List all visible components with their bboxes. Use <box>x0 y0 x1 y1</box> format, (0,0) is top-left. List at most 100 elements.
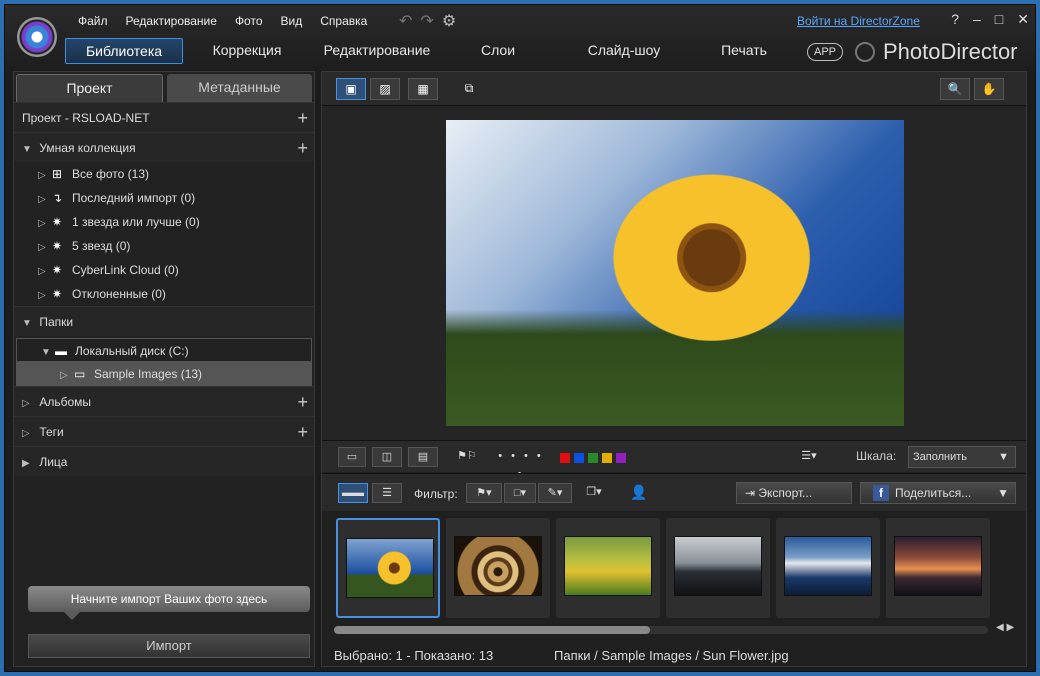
thumbnail-rocks[interactable] <box>666 518 770 618</box>
expanded-triangle-icon[interactable]: ▼ <box>22 135 36 165</box>
collapsed-triangle-icon[interactable]: ▷ <box>38 236 52 260</box>
menu-help[interactable]: Справка <box>311 13 376 29</box>
tab-metadata[interactable]: Метаданные <box>167 74 312 102</box>
scroll-left-icon[interactable]: ◀ <box>996 622 1004 633</box>
thumbnail-sunflower[interactable] <box>336 518 440 618</box>
help-button[interactable]: ? <box>951 11 959 28</box>
thumbnail-spiral[interactable] <box>446 518 550 618</box>
scale-label: Шкала: <box>856 449 897 463</box>
smart-collection-header[interactable]: ▼ Умная коллекция + <box>14 132 314 162</box>
chevron-down-icon[interactable]: ▼ <box>997 483 1009 503</box>
collapsed-triangle-icon[interactable]: ▶ <box>22 449 36 479</box>
tags-header[interactable]: ▷ Теги + <box>14 416 314 446</box>
flag-filter-icon[interactable]: ⚑▾ <box>466 483 502 503</box>
rating-filter-icon[interactable]: □▾ <box>504 483 536 503</box>
thumbnail-mountains[interactable] <box>776 518 880 618</box>
collection-item-all[interactable]: ▷ ⊞ Все фото (13) <box>14 162 314 186</box>
add-smart-collection-icon[interactable]: + <box>297 133 308 163</box>
grid-view-icon[interactable]: ▦ <box>408 78 438 100</box>
add-tag-icon[interactable]: + <box>297 417 308 447</box>
tab-slideshow[interactable]: Слайд-шоу <box>553 38 695 64</box>
faces-header[interactable]: ▶ Лица <box>14 446 314 476</box>
title-bar: Файл Редактирование Фото Вид Справка ↶ ↷… <box>5 5 1035 77</box>
thumbnail-image <box>674 536 762 596</box>
single-view-icon[interactable]: ▣ <box>336 78 366 100</box>
hand-pan-icon[interactable]: ✋ <box>974 78 1004 100</box>
thumbnail-sunset[interactable] <box>886 518 990 618</box>
color-label-purple-icon[interactable] <box>616 453 626 463</box>
list-view-icon[interactable]: ☰ <box>372 483 402 503</box>
collapsed-triangle-icon[interactable]: ▷ <box>22 389 36 419</box>
export-button[interactable]: ⇥ Экспорт... <box>736 482 852 504</box>
star-rating-dots[interactable]: • • • • • <box>492 447 550 480</box>
zoom-icon[interactable]: 🔍 <box>940 78 970 100</box>
share-button[interactable]: f Поделиться... ▼ <box>860 482 1016 504</box>
thumbnail-strip-icon[interactable]: ▬▬ <box>338 483 368 503</box>
add-person-icon[interactable]: 👤 <box>628 483 650 503</box>
add-project-icon[interactable]: + <box>297 103 308 133</box>
menu-photo[interactable]: Фото <box>226 13 272 29</box>
notification-bell-icon[interactable] <box>855 42 875 62</box>
landscape-view-icon[interactable]: ▨ <box>370 78 400 100</box>
scroll-right-icon[interactable]: ▶ <box>1006 622 1014 633</box>
main-panel: ▣ ▨ ▦ ⧉ 🔍 ✋ ▭ ◫ ▤ ⚑⚐ • • • • • ☰▾ Шкала:… <box>321 71 1027 667</box>
multi-layout-icon[interactable]: ▤ <box>408 447 438 467</box>
thumbnail-scrollbar[interactable] <box>334 626 988 634</box>
tab-library[interactable]: Библиотека <box>65 38 183 64</box>
add-album-icon[interactable]: + <box>297 387 308 417</box>
tab-layers[interactable]: Слои <box>443 38 553 64</box>
collapsed-triangle-icon[interactable]: ▷ <box>22 419 36 449</box>
stack-icon[interactable]: ❐▾ <box>580 483 608 503</box>
collection-item-last-import[interactable]: ▷ ↴ Последний импорт (0) <box>14 186 314 210</box>
single-layout-icon[interactable]: ▭ <box>338 447 366 467</box>
import-button[interactable]: Импорт <box>28 634 310 658</box>
dual-layout-icon[interactable]: ◫ <box>372 447 402 467</box>
collapsed-triangle-icon[interactable]: ▷ <box>38 260 52 284</box>
tab-print[interactable]: Печать <box>695 38 793 64</box>
collection-item-cloud[interactable]: ▷ ✷ CyberLink Cloud (0) <box>14 258 314 282</box>
filter-label: Фильтр: <box>414 487 458 501</box>
collapsed-triangle-icon[interactable]: ▷ <box>60 364 74 388</box>
collapsed-triangle-icon[interactable]: ▷ <box>38 188 52 212</box>
tab-correction[interactable]: Коррекция <box>183 38 311 64</box>
app-button[interactable]: APP <box>807 43 844 61</box>
close-button[interactable]: ✕ <box>1017 11 1029 28</box>
directorzone-login-link[interactable]: Войти на DirectorZone <box>797 14 920 28</box>
edit-filter-icon[interactable]: ✎▾ <box>538 483 572 503</box>
undo-icon[interactable]: ↶ <box>399 11 412 31</box>
minimize-button[interactable]: – <box>973 11 981 28</box>
scrollbar-thumb[interactable] <box>334 626 650 634</box>
color-label-green-icon[interactable] <box>588 453 598 463</box>
scale-select[interactable]: Заполнить ▼ <box>908 446 1016 468</box>
folder-sample-images[interactable]: ▷ ▭ Sample Images (13) <box>16 362 312 386</box>
color-label-blue-icon[interactable] <box>574 453 584 463</box>
settings-icon[interactable]: ⚙ <box>442 11 456 31</box>
project-title: Проект - RSLOAD-NET <box>22 111 150 125</box>
folder-local-disk[interactable]: ▼ ▬ Локальный диск (C:) <box>16 338 312 362</box>
tab-project[interactable]: Проект <box>16 74 163 102</box>
color-label-red-icon[interactable] <box>560 453 570 463</box>
collection-item-five-stars[interactable]: ▷ ✷ 5 звезд (0) <box>14 234 314 258</box>
collapsed-triangle-icon[interactable]: ▷ <box>38 212 52 236</box>
collapsed-triangle-icon[interactable]: ▷ <box>38 164 52 188</box>
menu-view[interactable]: Вид <box>272 13 312 29</box>
redo-icon[interactable]: ↷ <box>420 11 433 31</box>
albums-header[interactable]: ▷ Альбомы + <box>14 386 314 416</box>
drive-icon: ▬ <box>55 344 67 358</box>
tab-editing[interactable]: Редактирование <box>311 38 443 64</box>
maximize-button[interactable]: □ <box>995 11 1003 28</box>
smart-collection-title: Умная коллекция <box>39 141 136 155</box>
flag-icon[interactable]: ⚑⚐ <box>454 447 480 467</box>
sort-menu-icon[interactable]: ☰▾ <box>796 447 822 467</box>
menu-edit[interactable]: Редактирование <box>117 13 226 29</box>
export-icon: ⇥ <box>745 486 759 500</box>
collapsed-triangle-icon[interactable]: ▷ <box>38 284 52 308</box>
expanded-triangle-icon[interactable]: ▼ <box>22 309 36 339</box>
menu-file[interactable]: Файл <box>69 13 117 29</box>
thumbnail-bicycle[interactable] <box>556 518 660 618</box>
collection-item-rejected[interactable]: ▷ ✷ Отклоненные (0) <box>14 282 314 306</box>
compare-view-icon[interactable]: ⧉ <box>454 78 484 100</box>
folders-header[interactable]: ▼ Папки <box>14 306 314 336</box>
color-label-yellow-icon[interactable] <box>602 453 612 463</box>
collection-item-one-star[interactable]: ▷ ✷ 1 звезда или лучше (0) <box>14 210 314 234</box>
